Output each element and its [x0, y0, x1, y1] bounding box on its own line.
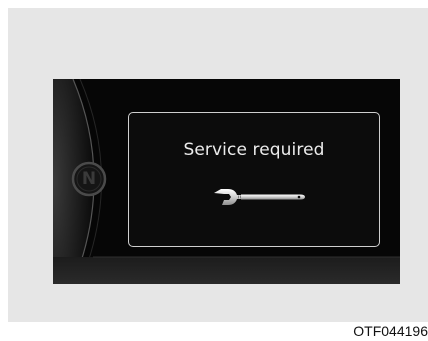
wrench-icon	[214, 189, 305, 205]
instrument-cluster-display: N Service required	[53, 79, 400, 284]
service-message-window: Service required	[128, 112, 380, 247]
gear-indicator: N	[71, 161, 107, 197]
service-required-message: Service required	[183, 140, 325, 160]
figure-code: OTF044196	[353, 323, 428, 339]
illustration-background: N Service required	[8, 8, 428, 322]
gear-indicator-letter: N	[81, 169, 97, 189]
